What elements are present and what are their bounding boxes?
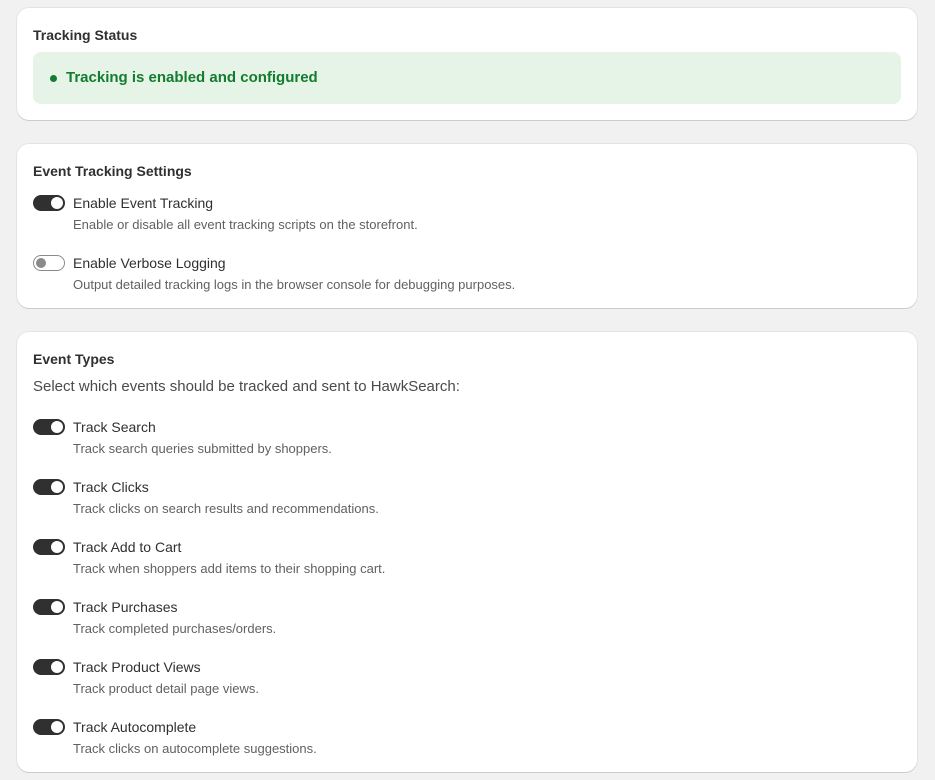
toggle-row-track-product-views: Track Product Views Track product detail…: [33, 658, 893, 702]
toggle-label: Track Autocomplete: [73, 719, 197, 735]
toggle-description: Track when shoppers add items to their s…: [73, 561, 386, 576]
toggle-row-track-purchases: Track Purchases Track completed purchase…: [33, 598, 893, 642]
toggle-knob: [51, 421, 63, 433]
toggle-description: Track product detail page views.: [73, 681, 259, 696]
tracking-page: Tracking Status Tracking is enabled and …: [0, 0, 935, 780]
status-dot-icon: [50, 74, 57, 82]
event-tracking-settings-title: Event Tracking Settings: [33, 163, 192, 179]
event-types-card: Event Types Select which events should b…: [17, 332, 917, 772]
toggle-description: Track clicks on search results and recom…: [73, 501, 379, 516]
event-types-title: Event Types: [33, 351, 115, 367]
tracking-status-card: Tracking Status Tracking is enabled and …: [17, 8, 917, 120]
toggle-knob: [36, 258, 46, 268]
enable-verbose-logging-toggle[interactable]: [33, 255, 65, 271]
toggle-row-track-autocomplete: Track Autocomplete Track clicks on autoc…: [33, 718, 893, 762]
toggle-label: Track Search: [73, 419, 156, 435]
toggle-row-enable-verbose-logging: Enable Verbose Logging Output detailed t…: [33, 254, 893, 298]
track-add-to-cart-toggle[interactable]: [33, 539, 65, 555]
toggle-description: Enable or disable all event tracking scr…: [73, 217, 418, 232]
tracking-status-title: Tracking Status: [33, 27, 138, 43]
toggle-label: Track Product Views: [73, 659, 201, 675]
toggle-knob: [51, 661, 63, 673]
toggle-label: Track Add to Cart: [73, 539, 182, 555]
status-text: Tracking is enabled and configured: [66, 69, 318, 86]
toggle-description: Output detailed tracking logs in the bro…: [73, 277, 516, 292]
toggle-row-enable-event-tracking: Enable Event Tracking Enable or disable …: [33, 194, 893, 238]
toggle-row-track-add-to-cart: Track Add to Cart Track when shoppers ad…: [33, 538, 893, 582]
track-purchases-toggle[interactable]: [33, 599, 65, 615]
toggle-knob: [51, 721, 63, 733]
toggle-row-track-clicks: Track Clicks Track clicks on search resu…: [33, 478, 893, 522]
toggle-row-track-search: Track Search Track search queries submit…: [33, 418, 893, 462]
event-types-intro: Select which events should be tracked an…: [33, 378, 460, 395]
track-clicks-toggle[interactable]: [33, 479, 65, 495]
toggle-knob: [51, 481, 63, 493]
track-search-toggle[interactable]: [33, 419, 65, 435]
toggle-description: Track search queries submitted by shoppe…: [73, 441, 332, 456]
track-autocomplete-toggle[interactable]: [33, 719, 65, 735]
track-product-views-toggle[interactable]: [33, 659, 65, 675]
toggle-knob: [51, 601, 63, 613]
toggle-label: Track Clicks: [73, 479, 149, 495]
toggle-description: Track clicks on autocomplete suggestions…: [73, 741, 317, 756]
toggle-label: Enable Verbose Logging: [73, 255, 226, 271]
toggle-knob: [51, 541, 63, 553]
toggle-label: Track Purchases: [73, 599, 178, 615]
enable-event-tracking-toggle[interactable]: [33, 195, 65, 211]
status-banner: Tracking is enabled and configured: [33, 52, 901, 104]
toggle-label: Enable Event Tracking: [73, 195, 214, 211]
toggle-knob: [51, 197, 63, 209]
toggle-description: Track completed purchases/orders.: [73, 621, 277, 636]
event-tracking-settings-card: Event Tracking Settings Enable Event Tra…: [17, 144, 917, 308]
